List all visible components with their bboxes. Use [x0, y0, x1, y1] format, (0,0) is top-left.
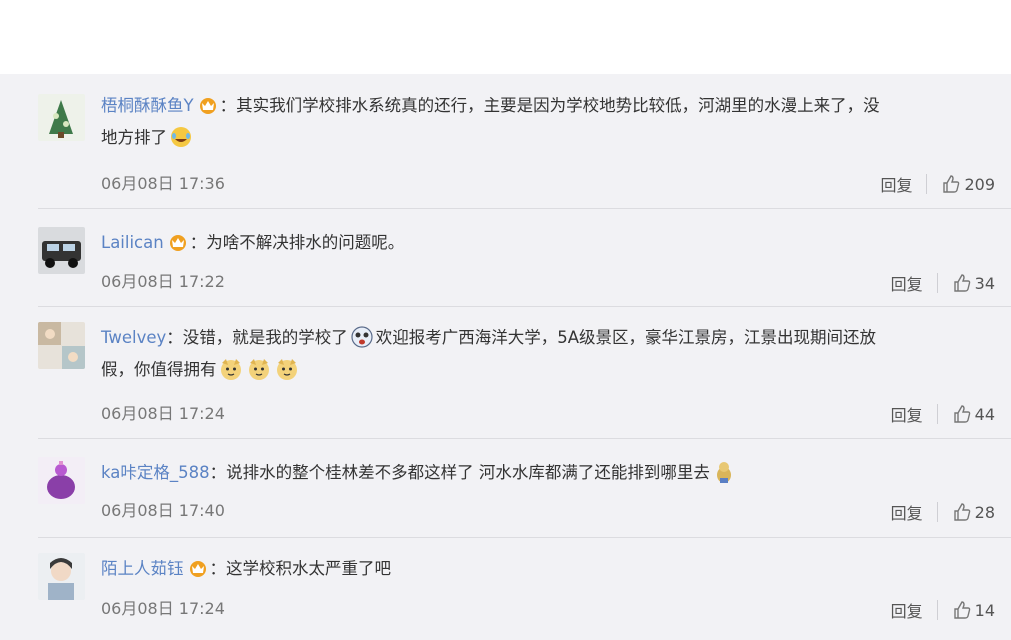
crazy-emoji-icon — [350, 325, 374, 349]
crying-laugh-emoji-icon — [169, 125, 193, 149]
comment-text-cont: 假，你值得拥有 — [101, 360, 217, 379]
vip-crown-icon — [168, 230, 188, 251]
like-button[interactable]: 44 — [952, 404, 995, 424]
doge-emoji-icon — [219, 357, 243, 381]
username-link[interactable]: ka咔定格_588 — [101, 463, 210, 482]
divider — [936, 600, 938, 620]
comment-body: 陌上人茹钰 ：这学校积水太严重了吧 — [101, 553, 997, 585]
reply-button[interactable]: 回复 — [891, 271, 923, 295]
thumbs-up-icon — [953, 601, 970, 619]
comment-body: Twelvey：没错，就是我的学校了 欢迎报考广西海洋大学，5A级景区，豪华江景房… — [101, 322, 997, 386]
reply-button[interactable]: 回复 — [891, 598, 923, 622]
comment-item: 陌上人茹钰 ：这学校积水太严重了吧 06月08日 17:24 回复 14 — [38, 553, 1011, 633]
reply-button[interactable]: 回复 — [891, 500, 923, 524]
comment-text: ：没错，就是我的学校了 — [166, 328, 348, 347]
divider — [936, 502, 938, 522]
username-link[interactable]: Lailican — [101, 233, 164, 252]
doge-emoji-icon — [275, 357, 299, 381]
row-divider — [38, 438, 1011, 439]
comment-item: 梧桐酥酥鱼Y ：其实我们学校排水系统真的还行，主要是因为学校地势比较低，河湖里的水… — [38, 90, 1011, 200]
divider — [926, 174, 928, 194]
comment-actions: 回复 14 — [891, 598, 995, 622]
comment-body: 梧桐酥酥鱼Y ：其实我们学校排水系统真的还行，主要是因为学校地势比较低，河湖里的水… — [101, 90, 997, 154]
comment-time: 06月08日 17:36 — [101, 174, 225, 193]
avatar[interactable] — [38, 553, 85, 600]
row-divider — [38, 306, 1011, 307]
like-button[interactable]: 209 — [941, 174, 995, 194]
comment-item: ka咔定格_588：说排水的整个桂林差不多都这样了 河水水库都满了还能排到哪里去… — [38, 455, 1011, 533]
avatar[interactable] — [38, 94, 85, 141]
comment-item: Twelvey：没错，就是我的学校了 欢迎报考广西海洋大学，5A级景区，豪华江景房… — [38, 322, 1011, 432]
like-button[interactable]: 14 — [952, 600, 995, 620]
like-count: 209 — [964, 174, 995, 194]
username-link[interactable]: Twelvey — [101, 328, 166, 347]
vip-crown-icon — [198, 93, 218, 114]
reply-button[interactable]: 回复 — [891, 402, 923, 426]
username-link[interactable]: 陌上人茹钰 — [101, 559, 184, 578]
like-count: 34 — [974, 273, 995, 293]
comment-actions: 回复 44 — [891, 402, 995, 426]
row-divider — [38, 208, 1011, 209]
divider — [936, 273, 938, 293]
avatar[interactable] — [38, 457, 85, 504]
thumbs-up-icon — [953, 274, 970, 292]
thumbs-up-icon — [953, 405, 970, 423]
comment-item: Lailican ：为啥不解决排水的问题呢。 06月08日 17:22 回复 34 — [38, 225, 1011, 303]
like-count: 28 — [974, 502, 995, 522]
comment-time: 06月08日 17:24 — [101, 404, 225, 423]
like-count: 44 — [974, 404, 995, 424]
like-button[interactable]: 34 — [952, 273, 995, 293]
comment-time: 06月08日 17:40 — [101, 501, 225, 520]
comment-actions: 回复 209 — [880, 172, 995, 196]
avatar[interactable] — [38, 227, 85, 274]
doge-emoji-icon — [247, 357, 271, 381]
comment-actions: 回复 28 — [891, 500, 995, 524]
thumbs-up-icon — [943, 175, 960, 193]
comment-text: ：为啥不解决排水的问题呢。 — [189, 233, 405, 252]
row-divider — [38, 537, 1011, 538]
comment-body: ka咔定格_588：说排水的整个桂林差不多都这样了 河水水库都满了还能排到哪里去 — [101, 457, 997, 489]
bear-emoji-icon — [712, 460, 736, 484]
comment-text-cont: 欢迎报考广西海洋大学，5A级景区，豪华江景房，江景出现期间还放 — [375, 328, 877, 347]
comment-text: ：其实我们学校排水系统真的还行，主要是因为学校地势比较低，河湖里的水漫上来了，没 — [219, 96, 880, 115]
divider — [936, 404, 938, 424]
reply-button[interactable]: 回复 — [880, 172, 912, 196]
comment-text-cont: 地方排了 — [101, 128, 167, 147]
like-button[interactable]: 28 — [952, 502, 995, 522]
username-link[interactable]: 梧桐酥酥鱼Y — [101, 96, 194, 115]
comment-time: 06月08日 17:22 — [101, 272, 225, 291]
comment-text: ：说排水的整个桂林差不多都这样了 河水水库都满了还能排到哪里去 — [209, 463, 710, 482]
vip-crown-icon — [188, 556, 208, 577]
comment-time: 06月08日 17:24 — [101, 599, 225, 618]
comment-actions: 回复 34 — [891, 271, 995, 295]
comment-text: ：这学校积水太严重了吧 — [209, 559, 392, 578]
comment-body: Lailican ：为啥不解决排水的问题呢。 — [101, 227, 997, 259]
avatar[interactable] — [38, 322, 85, 369]
thumbs-up-icon — [953, 503, 970, 521]
like-count: 14 — [974, 600, 995, 620]
